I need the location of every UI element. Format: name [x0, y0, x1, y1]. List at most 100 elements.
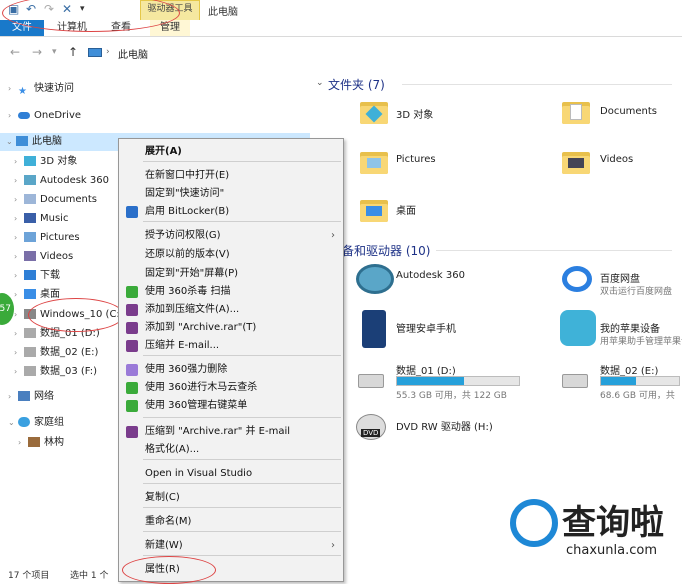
nav-item[interactable]: › Documents — [14, 191, 97, 209]
device-apple-manager[interactable]: 我的苹果设备 — [600, 320, 660, 335]
context-menu-item[interactable]: 使用 360进行木马云查杀 — [119, 379, 343, 397]
folder-pictures[interactable]: Pictures — [396, 154, 436, 165]
collapse-arrow-icon[interactable]: ⌄ — [316, 78, 324, 88]
nav-label: 下载 — [40, 270, 60, 281]
nav-item[interactable]: › 数据_02 (E:) — [14, 344, 98, 362]
desktop-icon — [24, 289, 36, 299]
winrar-icon — [126, 304, 138, 316]
device-baidu-netdisk[interactable]: 百度网盘 — [600, 270, 640, 285]
expand-arrow-icon[interactable]: › — [14, 153, 24, 171]
recent-dropdown-icon[interactable]: ▾ — [52, 47, 57, 57]
folder-3d-icon — [360, 98, 388, 126]
menu-separator — [143, 355, 341, 356]
expand-arrow-icon[interactable]: › — [14, 363, 24, 381]
expand-arrow-icon[interactable]: › — [14, 248, 24, 266]
context-menu-item[interactable]: 使用 360强力删除 — [119, 361, 343, 379]
folder-documents[interactable]: Documents — [600, 106, 657, 117]
folder-3d[interactable]: 3D 对象 — [396, 106, 433, 121]
context-menu-item[interactable]: 使用 360管理右键菜单 — [119, 397, 343, 415]
nav-homegroup-member[interactable]: › 林构 — [18, 434, 64, 452]
context-menu-item[interactable]: 授予访问权限(G) › — [119, 227, 343, 245]
dvd-drive-icon: DVD — [356, 414, 386, 440]
folders-section-title[interactable]: 文件夹 (7) — [328, 76, 385, 93]
device-apple-subtitle: 用苹果助手管理苹果设备 — [600, 337, 682, 347]
expand-arrow-icon[interactable]: › — [14, 306, 24, 324]
drive-d-label[interactable]: 数据_01 (D:) — [396, 362, 456, 377]
nav-item[interactable]: › Videos — [14, 248, 73, 266]
expand-arrow-icon[interactable]: › — [14, 267, 24, 285]
device-autodesk-360[interactable]: Autodesk 360 — [396, 270, 465, 281]
expand-arrow-icon[interactable]: › — [14, 325, 24, 343]
expand-arrow-icon[interactable]: › — [14, 210, 24, 228]
nav-item[interactable]: › Autodesk 360 — [14, 172, 109, 190]
menu-item-label: 使用 360管理右键菜单 — [145, 400, 248, 411]
folder-videos-icon — [562, 148, 590, 176]
nav-item[interactable]: › 下载 — [14, 267, 60, 285]
folder-desktop[interactable]: 桌面 — [396, 202, 416, 217]
cloud-icon — [18, 111, 30, 119]
menu-item-label: 展开(A) — [145, 146, 182, 157]
context-menu-item[interactable]: 还原以前的版本(V) — [119, 246, 343, 264]
nav-label: Music — [40, 213, 69, 224]
context-menu-item[interactable]: 格式化(A)... — [119, 441, 343, 459]
nav-quick-access[interactable]: › ★ 快速访问 — [8, 80, 74, 98]
expand-arrow-icon[interactable]: › — [18, 434, 28, 452]
menu-item-label: 使用 360强力删除 — [145, 364, 228, 375]
nav-item[interactable]: › 数据_03 (F:) — [14, 363, 97, 381]
context-menu-item[interactable]: 新建(W) › — [119, 537, 343, 555]
drive-icon — [24, 347, 36, 357]
collapse-arrow-icon[interactable]: ⌄ — [6, 133, 16, 151]
expand-arrow-icon[interactable]: › — [14, 286, 24, 304]
nav-onedrive[interactable]: › OneDrive — [8, 107, 81, 125]
context-menu-item[interactable]: 添加到 "Archive.rar"(T) — [119, 319, 343, 337]
context-menu-item[interactable]: 使用 360杀毒 扫描 — [119, 283, 343, 301]
collapse-arrow-icon[interactable]: ⌄ — [8, 414, 18, 432]
expand-arrow-icon[interactable]: › — [14, 191, 24, 209]
forward-icon[interactable]: → — [32, 45, 42, 59]
expand-arrow-icon[interactable]: › — [14, 172, 24, 190]
drive-e-label[interactable]: 数据_02 (E:) — [600, 362, 658, 377]
window-title: 此电脑 — [208, 7, 238, 18]
context-menu-item[interactable]: Open in Visual Studio — [119, 465, 343, 483]
context-menu-item[interactable]: 重命名(M) — [119, 513, 343, 531]
annotation-ellipse-drive — [28, 298, 124, 332]
nav-item[interactable]: › Pictures — [14, 229, 80, 247]
context-menu-item[interactable]: 固定到"快速访问" — [119, 185, 343, 203]
menu-item-label: 在新窗口中打开(E) — [145, 170, 230, 181]
drive-e-icon — [562, 374, 588, 388]
expand-arrow-icon[interactable]: › — [8, 80, 18, 98]
folder-pictures-icon — [360, 148, 388, 176]
breadcrumb[interactable]: 此电脑 — [118, 46, 148, 61]
context-menu-item[interactable]: 压缩到 "Archive.rar" 并 E-mail — [119, 423, 343, 441]
expand-arrow-icon[interactable]: › — [8, 107, 18, 125]
drive-icon — [24, 328, 36, 338]
context-menu-item[interactable]: 添加到压缩文件(A)... — [119, 301, 343, 319]
context-menu-item[interactable]: 压缩并 E-mail... — [119, 337, 343, 355]
expand-arrow-icon[interactable]: › — [14, 229, 24, 247]
menu-item-label: 格式化(A)... — [145, 444, 200, 455]
up-icon[interactable]: ↑ — [68, 45, 78, 59]
menu-separator — [143, 161, 341, 162]
status-bar: 17 个项目 选中 1 个 — [0, 564, 120, 582]
context-menu-item[interactable]: 展开(A) — [119, 143, 343, 161]
music-icon — [24, 213, 36, 223]
menu-item-label: 使用 360进行木马云查杀 — [145, 382, 258, 393]
winrar-icon — [126, 340, 138, 352]
expand-arrow-icon[interactable]: › — [8, 388, 18, 406]
context-menu-item[interactable]: 启用 BitLocker(B) — [119, 203, 343, 221]
context-menu-item[interactable]: 固定到"开始"屏幕(P) — [119, 265, 343, 283]
context-menu-item[interactable]: 复制(C) — [119, 489, 343, 507]
nav-homegroup[interactable]: ⌄ 家庭组 — [8, 414, 64, 432]
nav-network[interactable]: › 网络 — [8, 388, 54, 406]
device-android-manager[interactable]: 管理安卓手机 — [396, 320, 456, 335]
menu-item-label: 添加到压缩文件(A)... — [145, 304, 240, 315]
folder-videos[interactable]: Videos — [600, 154, 633, 165]
drive-dvd[interactable]: DVD RW 驱动器 (H:) — [396, 418, 493, 433]
context-menu-item[interactable]: 在新窗口中打开(E) — [119, 167, 343, 185]
document-icon — [24, 194, 36, 204]
back-icon[interactable]: ← — [10, 45, 20, 59]
nav-item[interactable]: › Music — [14, 210, 68, 228]
nav-item[interactable]: › 3D 对象 — [14, 153, 77, 171]
expand-arrow-icon[interactable]: › — [14, 344, 24, 362]
devices-section-title[interactable]: 备和驱动器 (10) — [342, 242, 430, 259]
